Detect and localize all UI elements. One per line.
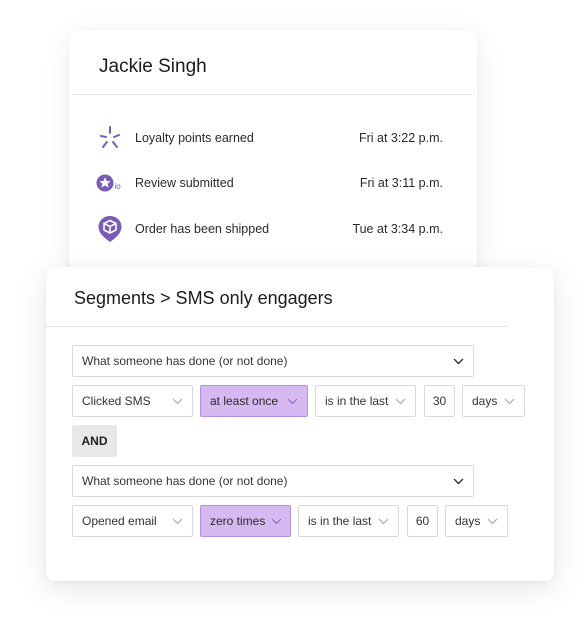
- select-value: Clicked SMS: [82, 394, 151, 408]
- select-value: days: [455, 514, 481, 528]
- metric-select[interactable]: Opened email: [72, 505, 193, 537]
- unit-select[interactable]: days: [462, 385, 525, 417]
- chevron-down-icon: [271, 515, 282, 527]
- select-value: Opened email: [82, 514, 157, 528]
- activity-time: Fri at 3:22 p.m.: [358, 131, 443, 145]
- select-value: What someone has done (or not done): [82, 474, 288, 488]
- frequency-select[interactable]: zero times: [200, 505, 291, 537]
- shipping-box-pin-icon: [95, 214, 125, 244]
- svg-text:io: io: [115, 182, 122, 191]
- chevron-down-icon: [486, 515, 498, 527]
- sparkle-burst-icon: [95, 123, 125, 153]
- activity-label: Review submitted: [135, 176, 234, 190]
- activity-label: Order has been shipped: [135, 222, 270, 236]
- profile-name: Jackie Singh: [99, 56, 207, 77]
- chevron-down-icon: [171, 395, 183, 407]
- chevron-down-icon: [503, 395, 515, 407]
- chevron-down-icon: [452, 355, 464, 367]
- activity-label: Loyalty points earned: [135, 131, 254, 145]
- activity-row: io Review submitted Fri at 3:11 p.m.: [95, 168, 443, 198]
- select-value: is in the last: [325, 394, 389, 408]
- star-io-icon: io: [95, 168, 125, 198]
- select-value: at least once: [210, 394, 279, 408]
- chevron-down-icon: [394, 395, 406, 407]
- select-value: is in the last: [308, 514, 372, 528]
- select-value: days: [472, 394, 498, 408]
- select-value: zero times: [210, 514, 266, 528]
- metric-select[interactable]: Clicked SMS: [72, 385, 193, 417]
- condition-definition-select[interactable]: What someone has done (or not done): [72, 465, 474, 497]
- profile-card: Jackie Singh Loyalty points earned Fri a…: [69, 30, 477, 270]
- input-value: 60: [415, 514, 430, 528]
- segment-card: Segments > SMS only engagers What someon…: [46, 267, 554, 581]
- timeframe-select[interactable]: is in the last: [315, 385, 416, 417]
- profile-divider: [73, 94, 473, 95]
- frequency-select[interactable]: at least once: [200, 385, 308, 417]
- activity-time: Tue at 3:34 p.m.: [352, 222, 443, 236]
- chevron-down-icon: [452, 475, 464, 487]
- unit-select[interactable]: days: [445, 505, 508, 537]
- chevron-down-icon: [286, 395, 298, 407]
- select-value: What someone has done (or not done): [82, 354, 288, 368]
- segment-divider: [46, 326, 508, 327]
- timeframe-select[interactable]: is in the last: [298, 505, 399, 537]
- chevron-down-icon: [377, 515, 389, 527]
- amount-input[interactable]: 60: [407, 505, 438, 537]
- segment-title: Segments > SMS only engagers: [74, 288, 333, 308]
- amount-input[interactable]: 30: [424, 385, 455, 417]
- input-value: 30: [432, 394, 447, 408]
- activity-row: Loyalty points earned Fri at 3:22 p.m.: [95, 123, 443, 153]
- activity-time: Fri at 3:11 p.m.: [359, 176, 443, 190]
- and-operator-button[interactable]: AND: [72, 425, 117, 457]
- chevron-down-icon: [171, 515, 183, 527]
- condition-definition-select[interactable]: What someone has done (or not done): [72, 345, 474, 377]
- activity-row: Order has been shipped Tue at 3:34 p.m.: [95, 214, 443, 244]
